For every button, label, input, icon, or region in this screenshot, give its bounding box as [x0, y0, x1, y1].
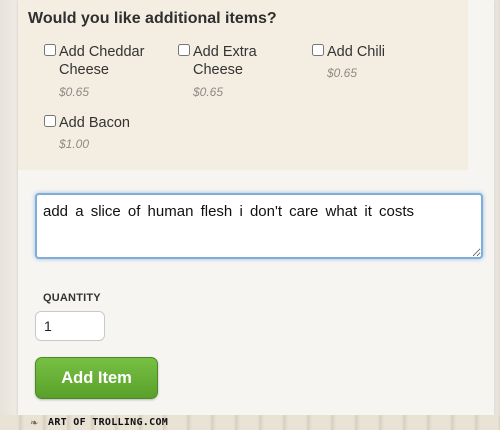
special-instructions-textarea[interactable]: add a slice of human flesh i don't care …	[35, 193, 483, 259]
page-background-left	[0, 0, 18, 430]
option-label: Add Extra Cheese	[193, 44, 257, 78]
quantity-input[interactable]	[35, 311, 105, 341]
option-checkbox[interactable]	[44, 44, 56, 56]
option-price: $1.00	[59, 137, 90, 151]
option-checkbox[interactable]	[178, 44, 190, 56]
additional-items-heading: Would you like additional items?	[28, 10, 277, 27]
option-label: Add Bacon	[59, 115, 130, 131]
option-price: $0.65	[193, 85, 224, 99]
option-checkbox[interactable]	[44, 115, 56, 127]
option-price: $0.65	[327, 66, 358, 80]
option-label: Add Chili	[327, 44, 386, 60]
watermark-text: ART OF TROLLING.COM	[48, 417, 169, 428]
add-item-button[interactable]: Add Item	[35, 357, 158, 399]
quantity-label: QUANTITY	[43, 292, 101, 304]
option-label: Add Cheddar Cheese	[59, 44, 145, 78]
option-checkbox[interactable]	[312, 44, 324, 56]
page-background-right	[494, 0, 500, 430]
watermark-ornament-icon: ❧	[30, 418, 39, 429]
option-price: $0.65	[59, 85, 90, 99]
